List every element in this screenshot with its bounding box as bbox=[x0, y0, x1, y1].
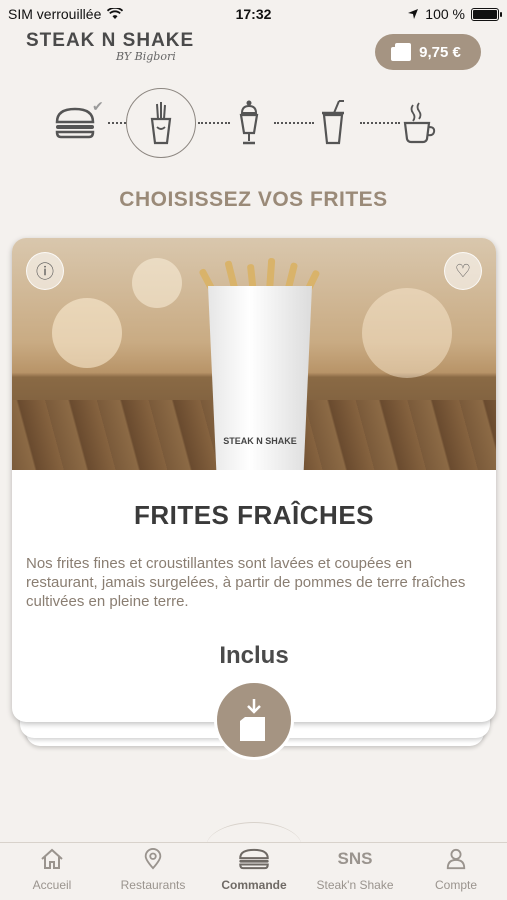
header: STEAK N SHAKE BY Bigbori 9,75 € bbox=[0, 28, 507, 78]
location-pin-icon bbox=[144, 848, 162, 870]
tab-label: Restaurants bbox=[120, 878, 186, 892]
bag-icon bbox=[391, 43, 412, 61]
tab-restaurants[interactable]: Restaurants bbox=[103, 848, 203, 892]
tab-accueil[interactable]: Accueil bbox=[2, 848, 102, 892]
photo-bokeh bbox=[132, 258, 182, 308]
battery-icon bbox=[471, 7, 502, 21]
tab-label: Commande bbox=[221, 878, 287, 892]
fries-box: STEAK N SHAKE bbox=[208, 286, 312, 470]
milkshake-icon bbox=[239, 100, 259, 145]
tab-label: Steak'n Shake bbox=[316, 878, 394, 892]
heart-icon[interactable]: ♡ bbox=[444, 252, 482, 290]
coffee-cup-icon bbox=[403, 102, 436, 144]
photo-bokeh bbox=[52, 298, 122, 368]
home-icon bbox=[41, 848, 63, 869]
burger-icon bbox=[239, 848, 269, 870]
battery-label: 100 % bbox=[425, 6, 465, 22]
burger-icon bbox=[55, 107, 95, 139]
product-photo: STEAK N SHAKE ⓘ ♡ bbox=[12, 238, 496, 470]
page-title: CHOISISSEZ VOS FRITES bbox=[119, 188, 388, 211]
user-icon bbox=[446, 848, 466, 870]
product-description: Nos frites fines et croustillantes sont … bbox=[26, 555, 466, 610]
tab-label: Accueil bbox=[32, 878, 72, 892]
brand-sub: BY bbox=[116, 50, 132, 63]
step-connector bbox=[108, 122, 126, 124]
brand-logo[interactable]: STEAK N SHAKE BY Bigbori bbox=[26, 30, 194, 63]
status-right: 100 % bbox=[407, 6, 502, 22]
status-bar: SIM verrouillée 17:32 100 % bbox=[0, 0, 507, 28]
menu-steps: ✔ bbox=[0, 88, 507, 158]
add-to-bag-button[interactable] bbox=[214, 680, 294, 760]
brand-signature-text: Bigbori bbox=[134, 50, 176, 63]
step-coffee[interactable] bbox=[384, 88, 454, 158]
cart-button[interactable]: 9,75 € bbox=[375, 34, 481, 70]
step-done-check-icon: ✔ bbox=[92, 98, 104, 114]
drink-cup-icon bbox=[322, 100, 344, 145]
fries-box-label: STEAK N SHAKE bbox=[223, 436, 297, 446]
tab-steaknshake[interactable]: SNS Steak'n Shake bbox=[305, 848, 405, 892]
sns-icon: SNS bbox=[337, 849, 373, 868]
cart-total: 9,75 € bbox=[419, 43, 461, 61]
product-price: Inclus bbox=[219, 642, 289, 669]
tab-label: Compte bbox=[434, 878, 478, 892]
step-drink[interactable] bbox=[298, 88, 368, 158]
brand-name: STEAK N SHAKE bbox=[26, 30, 195, 51]
tab-commande[interactable]: Commande bbox=[204, 848, 304, 892]
fries-icon bbox=[150, 102, 172, 145]
add-to-bag-icon bbox=[240, 699, 265, 741]
step-fries[interactable] bbox=[126, 88, 196, 158]
photo-bokeh bbox=[362, 288, 452, 378]
product-name: FRITES FRAÎCHES bbox=[133, 500, 375, 530]
tab-compte[interactable]: Compte bbox=[406, 848, 506, 892]
info-icon[interactable]: ⓘ bbox=[26, 252, 64, 290]
location-arrow-icon bbox=[408, 9, 419, 19]
product-card[interactable]: STEAK N SHAKE ⓘ ♡ FRITES FRAÎCHES Nos fr… bbox=[12, 238, 496, 722]
